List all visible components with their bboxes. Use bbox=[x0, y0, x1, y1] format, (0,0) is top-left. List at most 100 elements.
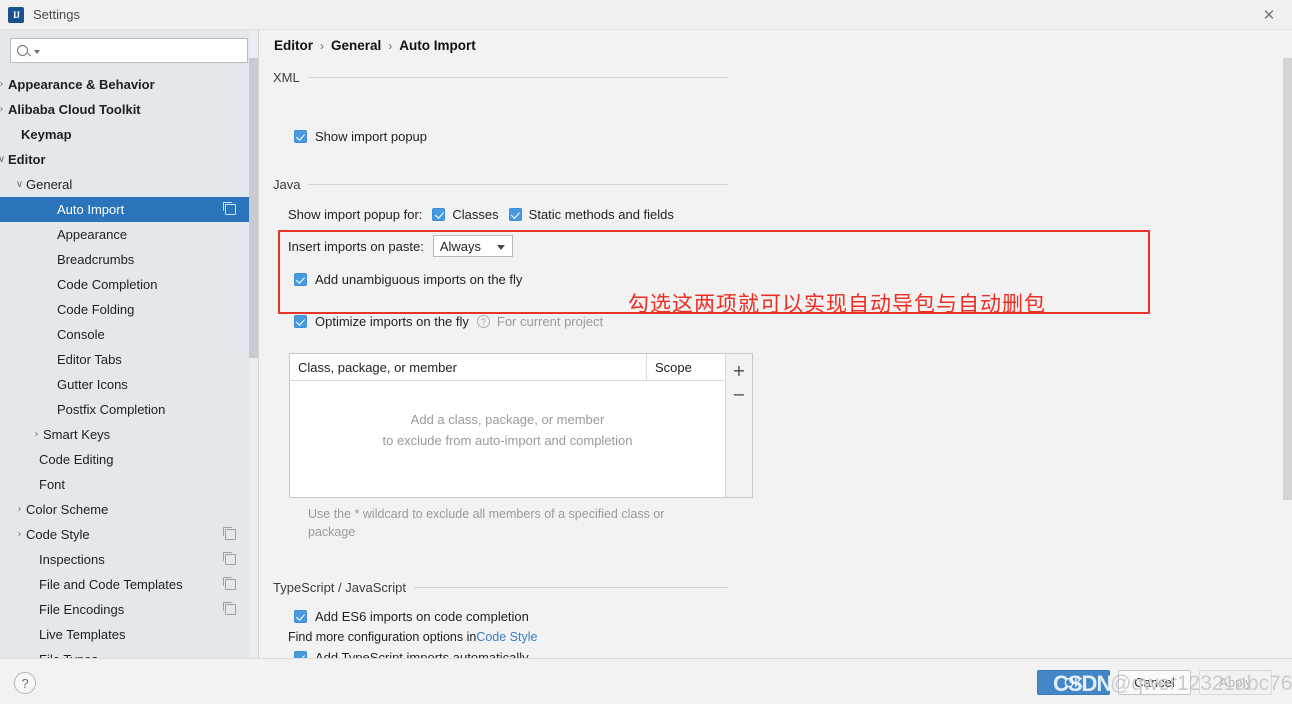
checkbox-add-unambiguous-imports[interactable] bbox=[294, 273, 307, 286]
group-divider bbox=[307, 77, 728, 78]
wildcard-hint-line-1: Use the * wildcard to exclude all member… bbox=[308, 507, 665, 521]
link-code-style-es6[interactable]: Code Style bbox=[476, 630, 537, 644]
exclude-table: Class, package, or member Scope Add a cl… bbox=[289, 353, 753, 498]
label-add-typescript-imports: Add TypeScript imports automatically bbox=[315, 650, 529, 658]
copy-settings-icon[interactable] bbox=[223, 602, 236, 615]
sidebar-item-file-types[interactable]: File Types bbox=[0, 647, 258, 658]
sidebar-item-color-scheme[interactable]: › Color Scheme bbox=[0, 497, 258, 522]
chevron-right-icon[interactable]: › bbox=[13, 529, 26, 540]
breadcrumb-editor[interactable]: Editor bbox=[274, 38, 313, 53]
checkbox-static-methods-and-fields[interactable] bbox=[508, 208, 522, 221]
chevron-down-icon[interactable]: ∨ bbox=[0, 154, 8, 165]
sidebar-item-code-completion[interactable]: Code Completion bbox=[0, 272, 258, 297]
chevron-down-icon[interactable] bbox=[34, 50, 40, 54]
ok-button[interactable]: OK bbox=[1037, 670, 1110, 695]
chevron-right-icon[interactable]: › bbox=[0, 79, 8, 90]
sidebar-item-alibaba-cloud-toolkit[interactable]: ›Alibaba Cloud Toolkit bbox=[0, 97, 258, 122]
label-optimize-scope: For current project bbox=[496, 314, 604, 329]
column-header-class-package-member[interactable]: Class, package, or member bbox=[290, 354, 647, 380]
sidebar-item-label: Editor Tabs bbox=[57, 352, 122, 367]
sidebar-item-code-editing[interactable]: Code Editing bbox=[0, 447, 258, 472]
checkbox-classes[interactable] bbox=[432, 208, 446, 221]
search-input[interactable] bbox=[43, 42, 241, 59]
wildcard-hint: Use the * wildcard to exclude all member… bbox=[308, 505, 748, 541]
sidebar-item-general[interactable]: ∨ General bbox=[0, 172, 258, 197]
help-icon[interactable]: ? bbox=[14, 672, 36, 694]
copy-settings-icon[interactable] bbox=[223, 202, 236, 215]
checkbox-show-import-popup[interactable] bbox=[294, 130, 307, 143]
checkbox-row-show-import-popup[interactable]: Show import popup bbox=[294, 129, 427, 144]
checkbox-row-add-unambiguous-imports[interactable]: Add unambiguous imports on the fly bbox=[294, 272, 522, 287]
sidebar-item-editor-tabs[interactable]: Editor Tabs bbox=[0, 347, 258, 372]
sidebar-item-file-and-code-templates[interactable]: File and Code Templates bbox=[0, 572, 258, 597]
chevron-right-icon[interactable]: › bbox=[13, 504, 26, 515]
add-exclude-button[interactable]: + bbox=[727, 358, 751, 382]
exclude-table-main: Class, package, or member Scope Add a cl… bbox=[290, 354, 725, 497]
settings-sidebar: ›Appearance & Behavior›Alibaba Cloud Too… bbox=[0, 30, 259, 658]
chevron-down-icon[interactable]: ∨ bbox=[13, 179, 26, 190]
sidebar-item-label: Appearance bbox=[57, 227, 128, 242]
sidebar-item-editor[interactable]: ∨Editor bbox=[0, 147, 258, 172]
copy-settings-icon[interactable] bbox=[223, 552, 236, 565]
sidebar-item-label: Inspections bbox=[39, 552, 105, 567]
chevron-right-icon[interactable]: › bbox=[0, 104, 8, 115]
sidebar-item-label: File Encodings bbox=[39, 602, 125, 617]
checkbox-add-es6-imports[interactable] bbox=[294, 610, 307, 623]
copy-settings-icon[interactable] bbox=[223, 577, 236, 590]
sidebar-item-appearance[interactable]: Appearance bbox=[0, 222, 258, 247]
content-scrollbar-thumb[interactable] bbox=[1283, 58, 1292, 500]
sidebar-item-live-templates[interactable]: Live Templates bbox=[0, 622, 258, 647]
es6-hint-row: Find more configuration options in Code … bbox=[288, 630, 537, 644]
empty-state-line-2: to exclude from auto-import and completi… bbox=[382, 433, 633, 448]
close-icon[interactable]: ✕ bbox=[1246, 0, 1292, 29]
chevron-right-icon: › bbox=[388, 38, 393, 53]
checkbox-row-add-es6-imports[interactable]: Add ES6 imports on code completion bbox=[294, 609, 529, 624]
checkbox-row-optimize-imports[interactable]: Optimize imports on the fly ? For curren… bbox=[294, 314, 603, 329]
search-box[interactable] bbox=[10, 38, 248, 63]
breadcrumb: Editor › General › Auto Import bbox=[274, 38, 476, 53]
label-show-import-popup-for: Show import popup for: bbox=[288, 207, 423, 222]
exclude-table-toolbar: + − bbox=[725, 354, 752, 497]
sidebar-item-appearance-behavior[interactable]: ›Appearance & Behavior bbox=[0, 72, 258, 97]
group-divider bbox=[308, 184, 728, 185]
sidebar-item-console[interactable]: Console bbox=[0, 322, 258, 347]
sidebar-item-label: Smart Keys bbox=[43, 427, 111, 442]
apply-button[interactable]: Apply bbox=[1199, 670, 1272, 695]
chevron-right-icon[interactable]: › bbox=[30, 429, 43, 440]
column-header-scope[interactable]: Scope bbox=[647, 354, 725, 380]
sidebar-item-inspections[interactable]: Inspections bbox=[0, 547, 258, 572]
sidebar-item-breadcrumbs[interactable]: Breadcrumbs bbox=[0, 247, 258, 272]
sidebar-item-file-encodings[interactable]: File Encodings bbox=[0, 597, 258, 622]
dialog-bottom-bar: ? OK Cancel Apply bbox=[0, 658, 1292, 704]
es6-hint-prefix: Find more configuration options in bbox=[288, 630, 477, 644]
label-add-unambiguous-imports: Add unambiguous imports on the fly bbox=[315, 272, 523, 287]
checkbox-optimize-imports[interactable] bbox=[294, 315, 307, 328]
sidebar-item-code-folding[interactable]: Code Folding bbox=[0, 297, 258, 322]
sidebar-item-label: Console bbox=[57, 327, 105, 342]
copy-settings-icon[interactable] bbox=[223, 527, 236, 540]
cancel-button[interactable]: Cancel bbox=[1118, 670, 1191, 695]
sidebar-scrollbar-track[interactable] bbox=[249, 30, 258, 658]
breadcrumb-general[interactable]: General bbox=[331, 38, 381, 53]
label-add-es6-imports: Add ES6 imports on code completion bbox=[315, 609, 529, 624]
sidebar-item-code-style[interactable]: › Code Style bbox=[0, 522, 258, 547]
group-title-typescript-javascript: TypeScript / JavaScript bbox=[273, 580, 728, 595]
sidebar-item-keymap[interactable]: Keymap bbox=[0, 122, 258, 147]
checkbox-add-typescript-imports[interactable] bbox=[294, 651, 307, 658]
sidebar-scrollbar-thumb[interactable] bbox=[249, 58, 258, 358]
remove-exclude-button[interactable]: − bbox=[727, 382, 751, 406]
group-title-java: Java bbox=[273, 177, 728, 192]
sidebar-item-postfix-completion[interactable]: Postfix Completion bbox=[0, 397, 258, 422]
sidebar-item-auto-import[interactable]: Auto Import bbox=[0, 197, 258, 222]
sidebar-item-label: Code Style bbox=[26, 527, 90, 542]
settings-content-panel: Editor › General › Auto Import XML Show … bbox=[260, 30, 1292, 658]
sidebar-item-label: Auto Import bbox=[57, 202, 125, 217]
label-optimize-imports: Optimize imports on the fly bbox=[315, 314, 469, 329]
sidebar-item-font[interactable]: Font bbox=[0, 472, 258, 497]
sidebar-item-gutter-icons[interactable]: Gutter Icons bbox=[0, 372, 258, 397]
search-container bbox=[0, 30, 258, 63]
checkbox-row-add-typescript-imports[interactable]: Add TypeScript imports automatically bbox=[294, 650, 529, 658]
question-mark-icon[interactable]: ? bbox=[476, 315, 490, 328]
sidebar-item-smart-keys[interactable]: › Smart Keys bbox=[0, 422, 258, 447]
sidebar-item-label: Color Scheme bbox=[26, 502, 109, 517]
